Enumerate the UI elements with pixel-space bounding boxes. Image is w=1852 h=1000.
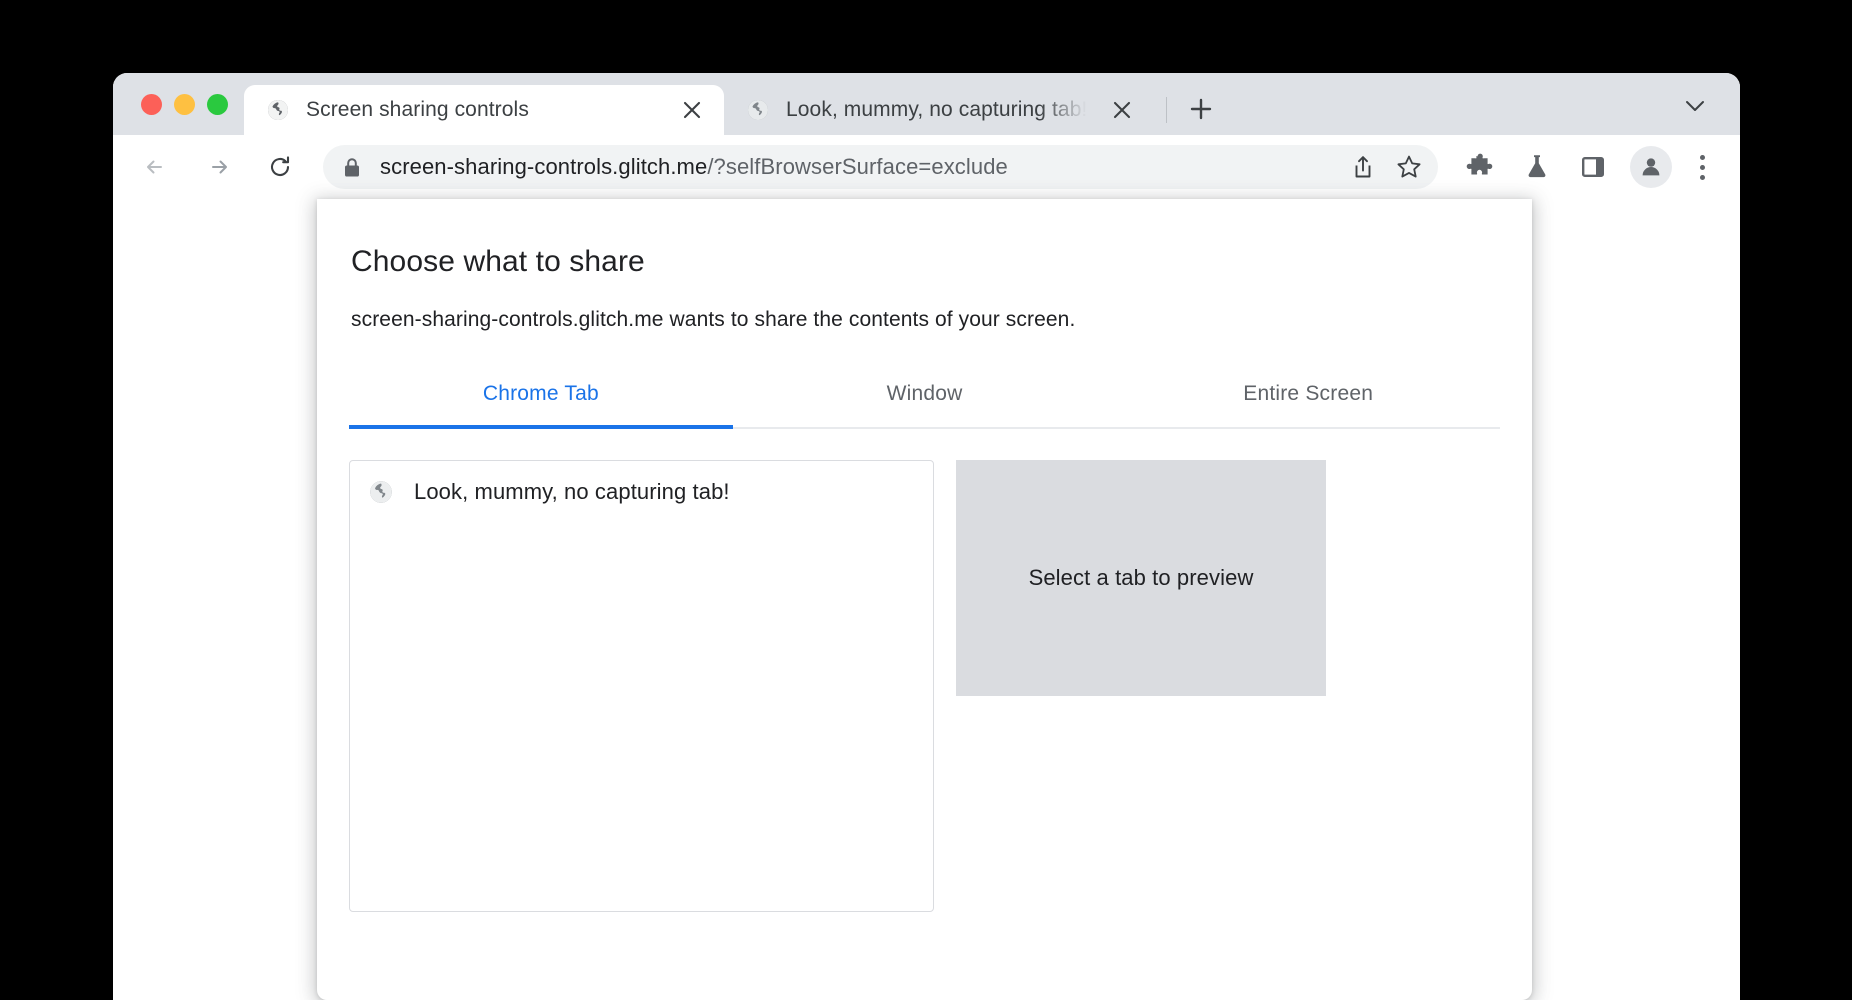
lock-icon bbox=[343, 156, 363, 178]
list-item[interactable]: Look, mummy, no capturing tab! bbox=[350, 461, 933, 523]
screen-root: Screen sharing controls Look, mummy, no … bbox=[0, 0, 1852, 1000]
tab-chrome-tab[interactable]: Chrome Tab bbox=[349, 370, 733, 429]
back-button[interactable] bbox=[132, 143, 180, 191]
dialog-subtitle: screen-sharing-controls.glitch.me wants … bbox=[351, 308, 1076, 331]
forward-button[interactable] bbox=[194, 143, 242, 191]
reload-button[interactable] bbox=[256, 143, 304, 191]
tab-title: Screen sharing controls bbox=[306, 98, 529, 121]
browser-toolbar: screen-sharing-controls.glitch.me/?selfB… bbox=[113, 135, 1740, 199]
minimize-window-button[interactable] bbox=[174, 93, 195, 115]
close-tab-button[interactable] bbox=[674, 92, 710, 128]
tab-strip: Screen sharing controls Look, mummy, no … bbox=[113, 73, 1740, 135]
tab-title: Look, mummy, no capturing tab! bbox=[786, 98, 1088, 121]
new-tab-button[interactable] bbox=[1179, 87, 1223, 131]
preview-placeholder-text: Select a tab to preview bbox=[1028, 565, 1254, 590]
globe-icon bbox=[266, 98, 290, 122]
extensions-icon[interactable] bbox=[1458, 144, 1504, 190]
window-traffic-lights bbox=[131, 73, 244, 135]
three-dot-menu-icon[interactable] bbox=[1682, 144, 1722, 190]
dialog-title: Choose what to share bbox=[351, 245, 645, 278]
tab-separator bbox=[1166, 97, 1167, 123]
globe-icon bbox=[368, 479, 394, 505]
browser-tab-inactive[interactable]: Look, mummy, no capturing tab! bbox=[724, 85, 1154, 135]
source-list: Look, mummy, no capturing tab! bbox=[349, 460, 934, 912]
url-origin: screen-sharing-controls.glitch.me bbox=[380, 154, 708, 179]
side-panel-icon[interactable] bbox=[1570, 144, 1616, 190]
tab-entire-screen[interactable]: Entire Screen bbox=[1116, 370, 1500, 427]
share-icon[interactable] bbox=[1342, 146, 1384, 188]
star-icon[interactable] bbox=[1388, 146, 1430, 188]
dialog-tab-bar: Chrome Tab Window Entire Screen bbox=[349, 370, 1500, 429]
dialog-body: Look, mummy, no capturing tab! Select a … bbox=[349, 460, 1500, 912]
menu-dot bbox=[1699, 164, 1705, 170]
list-item-label: Look, mummy, no capturing tab! bbox=[414, 479, 730, 504]
menu-dot bbox=[1699, 154, 1705, 160]
address-bar[interactable]: screen-sharing-controls.glitch.me/?selfB… bbox=[323, 145, 1438, 189]
page-content: Choose what to share screen-sharing-cont… bbox=[113, 199, 1740, 1000]
labs-icon[interactable] bbox=[1514, 144, 1560, 190]
address-bar-url: screen-sharing-controls.glitch.me/?selfB… bbox=[380, 154, 1338, 180]
tab-window[interactable]: Window bbox=[733, 370, 1117, 427]
share-picker-dialog: Choose what to share screen-sharing-cont… bbox=[317, 199, 1532, 1000]
preview-pane: Select a tab to preview bbox=[956, 460, 1326, 696]
close-tab-button[interactable] bbox=[1104, 92, 1140, 128]
avatar[interactable] bbox=[1630, 146, 1672, 188]
menu-dot bbox=[1699, 174, 1705, 180]
browser-tab-active[interactable]: Screen sharing controls bbox=[244, 85, 724, 135]
url-path: /?selfBrowserSurface=exclude bbox=[707, 154, 1008, 179]
maximize-window-button[interactable] bbox=[207, 93, 228, 115]
globe-icon bbox=[746, 98, 770, 122]
browser-window: Screen sharing controls Look, mummy, no … bbox=[113, 73, 1740, 1000]
close-window-button[interactable] bbox=[141, 93, 162, 115]
chevron-down-icon[interactable] bbox=[1672, 83, 1718, 129]
